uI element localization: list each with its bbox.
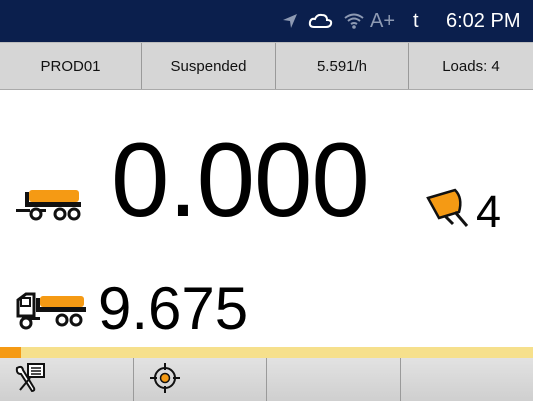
settings-tools-icon xyxy=(14,362,48,399)
bucket-count: 4 xyxy=(476,186,502,237)
load-progress-fill xyxy=(0,347,22,358)
clock-time: 6:02 PM xyxy=(446,9,521,32)
state-cell[interactable]: Suspended xyxy=(142,43,276,89)
t-indicator: t xyxy=(413,9,419,32)
product-cell[interactable]: PROD01 xyxy=(0,43,142,89)
status-bar: A+ t 6:02 PM xyxy=(0,0,533,42)
signal-quality-label: A+ xyxy=(370,9,396,32)
location-arrow-icon xyxy=(281,0,299,42)
current-weight: 0.000 xyxy=(111,122,370,239)
bucket-icon xyxy=(425,188,471,235)
target-crosshair-icon xyxy=(149,362,181,399)
blank-button-4[interactable] xyxy=(400,358,533,401)
load-progress-bar xyxy=(0,347,533,358)
bottom-toolbar xyxy=(0,358,533,401)
wifi-icon xyxy=(343,0,365,42)
cloud-icon xyxy=(308,0,334,42)
settings-button[interactable] xyxy=(0,358,134,401)
total-weight: 9.675 xyxy=(98,275,249,342)
rate-cell[interactable]: 5.591/h xyxy=(276,43,409,89)
trailer-load-icon xyxy=(16,188,86,231)
loads-cell[interactable]: Loads: 4 xyxy=(409,43,533,89)
truck-total-icon xyxy=(14,290,92,337)
blank-button-3[interactable] xyxy=(267,358,401,401)
target-button[interactable] xyxy=(133,358,267,401)
info-bar: PROD01 Suspended 5.591/h Loads: 4 xyxy=(0,42,533,90)
